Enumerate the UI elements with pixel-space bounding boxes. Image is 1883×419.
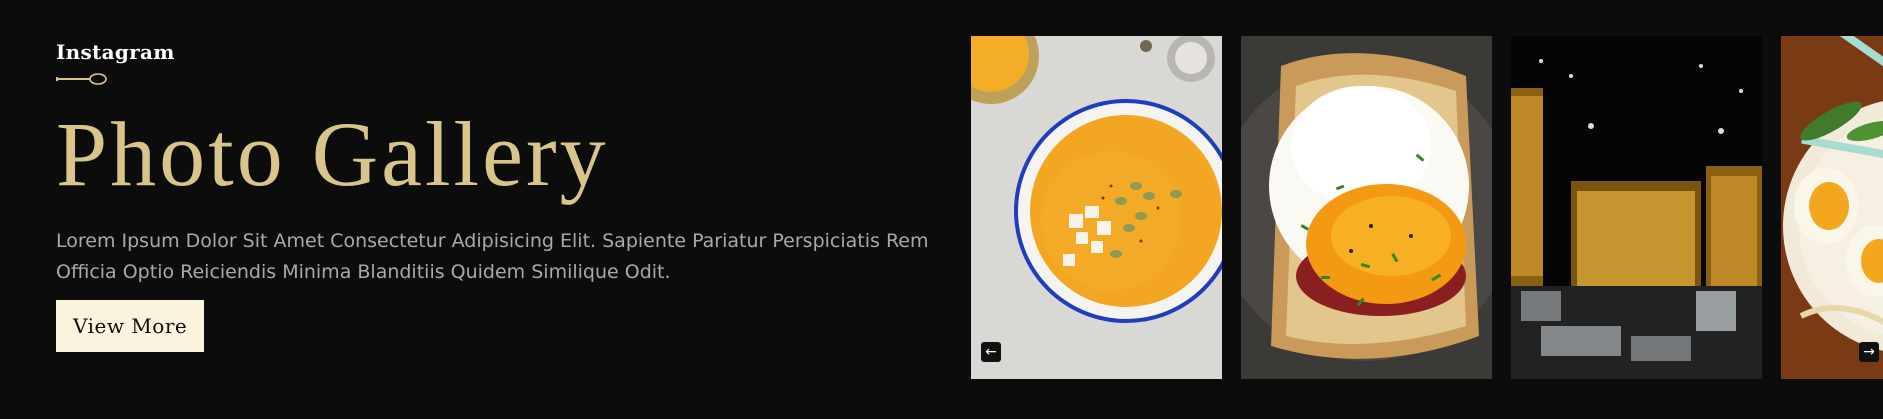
tea-photo — [1511, 36, 1762, 379]
view-more-button[interactable]: View More — [56, 300, 205, 352]
arrow-left-icon[interactable]: ← — [981, 342, 1001, 362]
egg-photo — [1241, 36, 1492, 379]
ramen-photo — [1781, 36, 1883, 379]
spoon-divider-icon — [56, 73, 107, 85]
gallery-intro: Instagram Photo Gallery Lorem Ipsum Dolo… — [56, 40, 956, 352]
photo-carousel: ← → — [971, 36, 1883, 379]
arrow-right-icon[interactable]: → — [1859, 342, 1879, 362]
page-title: Photo Gallery — [56, 103, 609, 205]
gallery-item-soup[interactable]: ← — [971, 36, 1222, 379]
gallery-item-ramen[interactable]: → — [1781, 36, 1883, 379]
section-description: Lorem Ipsum Dolor Sit Amet Consectetur A… — [56, 230, 929, 283]
gallery-item-tea[interactable] — [1511, 36, 1762, 379]
soup-photo — [971, 36, 1222, 379]
section-eyebrow: Instagram — [56, 40, 175, 64]
gallery-item-egg[interactable] — [1241, 36, 1492, 379]
